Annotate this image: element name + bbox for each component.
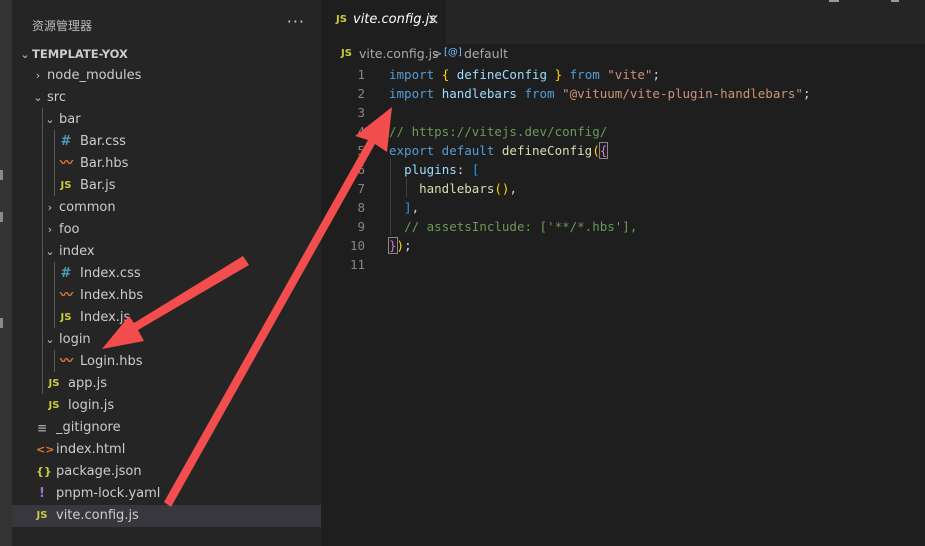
annotation-arrow-to-login-hbs (102, 256, 249, 349)
annotation-arrow-to-config (164, 107, 392, 507)
annotation-arrows (102, 107, 392, 507)
